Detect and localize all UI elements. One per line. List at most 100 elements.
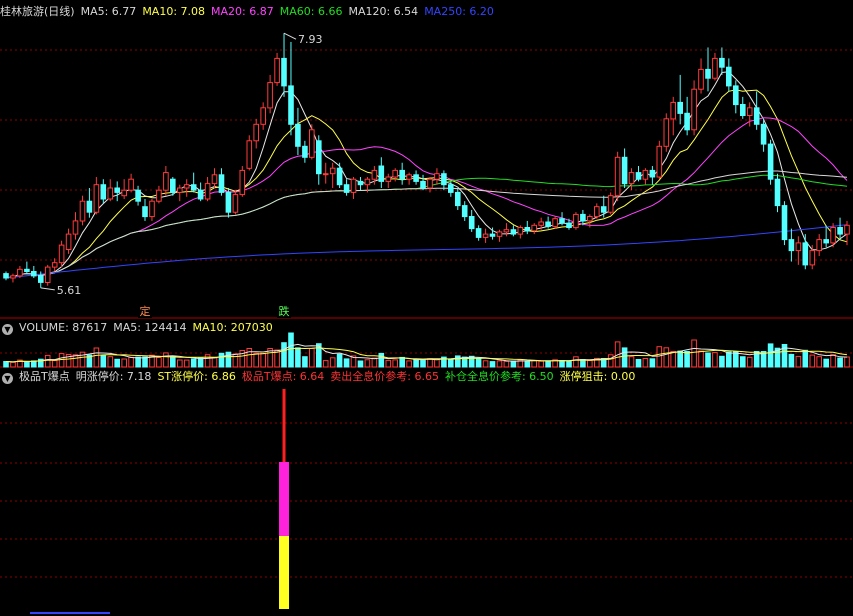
candle-body [461, 205, 468, 218]
candle-body [322, 173, 329, 176]
volume-bar [628, 356, 635, 368]
candle-body [837, 227, 843, 235]
candle-body [107, 187, 114, 200]
candle-body [51, 262, 58, 268]
volume-bar [524, 360, 531, 368]
indicator-legend-item: 明涨停价: 7.18 [75, 370, 152, 383]
main-legend-item: MA20: 6.87 [211, 5, 274, 18]
volume-bar [44, 354, 51, 368]
volume-bar [121, 358, 128, 368]
candle-body [733, 85, 739, 106]
volume-bar [128, 356, 134, 368]
candle-body [364, 178, 371, 186]
candle-body [267, 82, 273, 109]
candle-body [253, 123, 259, 142]
volume-bar [607, 354, 614, 368]
volume-bar [3, 361, 9, 368]
volume-bar [295, 347, 301, 368]
candle-body [211, 174, 218, 185]
candle-body [545, 221, 551, 227]
candle-body [413, 174, 419, 182]
candle-body [281, 57, 287, 87]
candle-body [663, 118, 670, 147]
candle-body [357, 180, 364, 186]
indicator-legend-item: 极品T爆点 [19, 370, 70, 383]
indicator-signal-bar-mid [279, 462, 290, 536]
candle-body [385, 176, 392, 182]
volume-bar [253, 352, 259, 368]
candle-body [482, 233, 489, 238]
candle-body [218, 174, 225, 193]
candle-body [72, 220, 79, 235]
volume-bar [823, 358, 830, 368]
candle-body [3, 273, 9, 279]
indicator-collapse-icon[interactable]: ▼ [2, 373, 13, 384]
candle-body [399, 169, 405, 180]
ma20-line [5, 117, 848, 279]
candle-body [302, 145, 308, 158]
volume-bar [357, 360, 364, 368]
volume-bar [288, 332, 294, 368]
candle-body [149, 200, 155, 218]
volume-collapse-icon[interactable]: ▼ [2, 324, 13, 335]
volume-bar [788, 353, 795, 368]
volume-bar [830, 354, 836, 368]
candle-body [677, 101, 684, 114]
candle-body [538, 221, 545, 226]
candle-body [823, 239, 830, 244]
indicator-legend: ▼ 极品T爆点 明涨停价: 7.18 ST涨停价: 6.86 极品T爆点: 6.64 卖出… [0, 368, 647, 386]
volume-bar [837, 357, 843, 368]
candle-body [753, 107, 760, 125]
candle-body [510, 229, 517, 235]
candle-body [58, 244, 65, 264]
volume-bar [482, 360, 489, 368]
low-label: 5.61 [57, 284, 82, 297]
volume-bar [170, 356, 176, 368]
candle-body [503, 229, 510, 233]
main-legend-item: MA10: 7.08 [142, 5, 206, 18]
candle-body [190, 184, 197, 191]
volume-bar [684, 351, 690, 368]
volume-bar [795, 355, 802, 368]
volume-bar [413, 359, 419, 368]
candle-body [406, 174, 412, 180]
volume-bar [545, 360, 551, 368]
volume-bar [503, 360, 510, 368]
volume-bar [496, 360, 503, 368]
candle-body [844, 224, 850, 235]
candle-body [475, 228, 482, 238]
chart-canvas[interactable]: 7.93 5.61 定 跌 [0, 0, 853, 616]
candle-body [204, 183, 211, 200]
candle-body [455, 191, 461, 207]
low-pointer [40, 287, 55, 291]
candle-body [684, 112, 690, 131]
candle-body [489, 233, 496, 237]
candle-body [705, 68, 711, 79]
candle-body [336, 167, 343, 186]
candle-body [31, 271, 37, 277]
main-legend: 桂林旅游(日线) MA5: 6.77 MA10: 7.08 MA20: 6.87 MA6… [0, 3, 506, 21]
volume-bar [190, 358, 197, 368]
candle-body [649, 169, 656, 178]
volume-bar [573, 356, 579, 368]
main-legend-item: MA250: 6.20 [424, 5, 494, 18]
indicator-signal-bar-base [279, 536, 290, 609]
volume-bar [183, 359, 190, 368]
ma5-line [5, 71, 848, 279]
candle-body [712, 57, 718, 79]
volume-bar [225, 351, 232, 368]
candle-body [170, 178, 176, 193]
volume-bar [566, 360, 572, 368]
signal-marker-die: 跌 [279, 304, 290, 318]
candle-body [670, 101, 677, 120]
candle-body [295, 123, 301, 147]
indicator-legend-item: 涨停狙击: 0.00 [559, 370, 636, 383]
volume-bar [100, 354, 107, 368]
high-label: 7.93 [298, 33, 323, 46]
candle-body [691, 88, 697, 131]
volume-bar [309, 348, 315, 368]
indicator-legend-item: 卖出全息价参考: 6.65 [330, 370, 439, 383]
volume-bar [538, 360, 545, 368]
candle-body [177, 187, 183, 193]
main-legend-item: MA60: 6.66 [279, 5, 343, 18]
